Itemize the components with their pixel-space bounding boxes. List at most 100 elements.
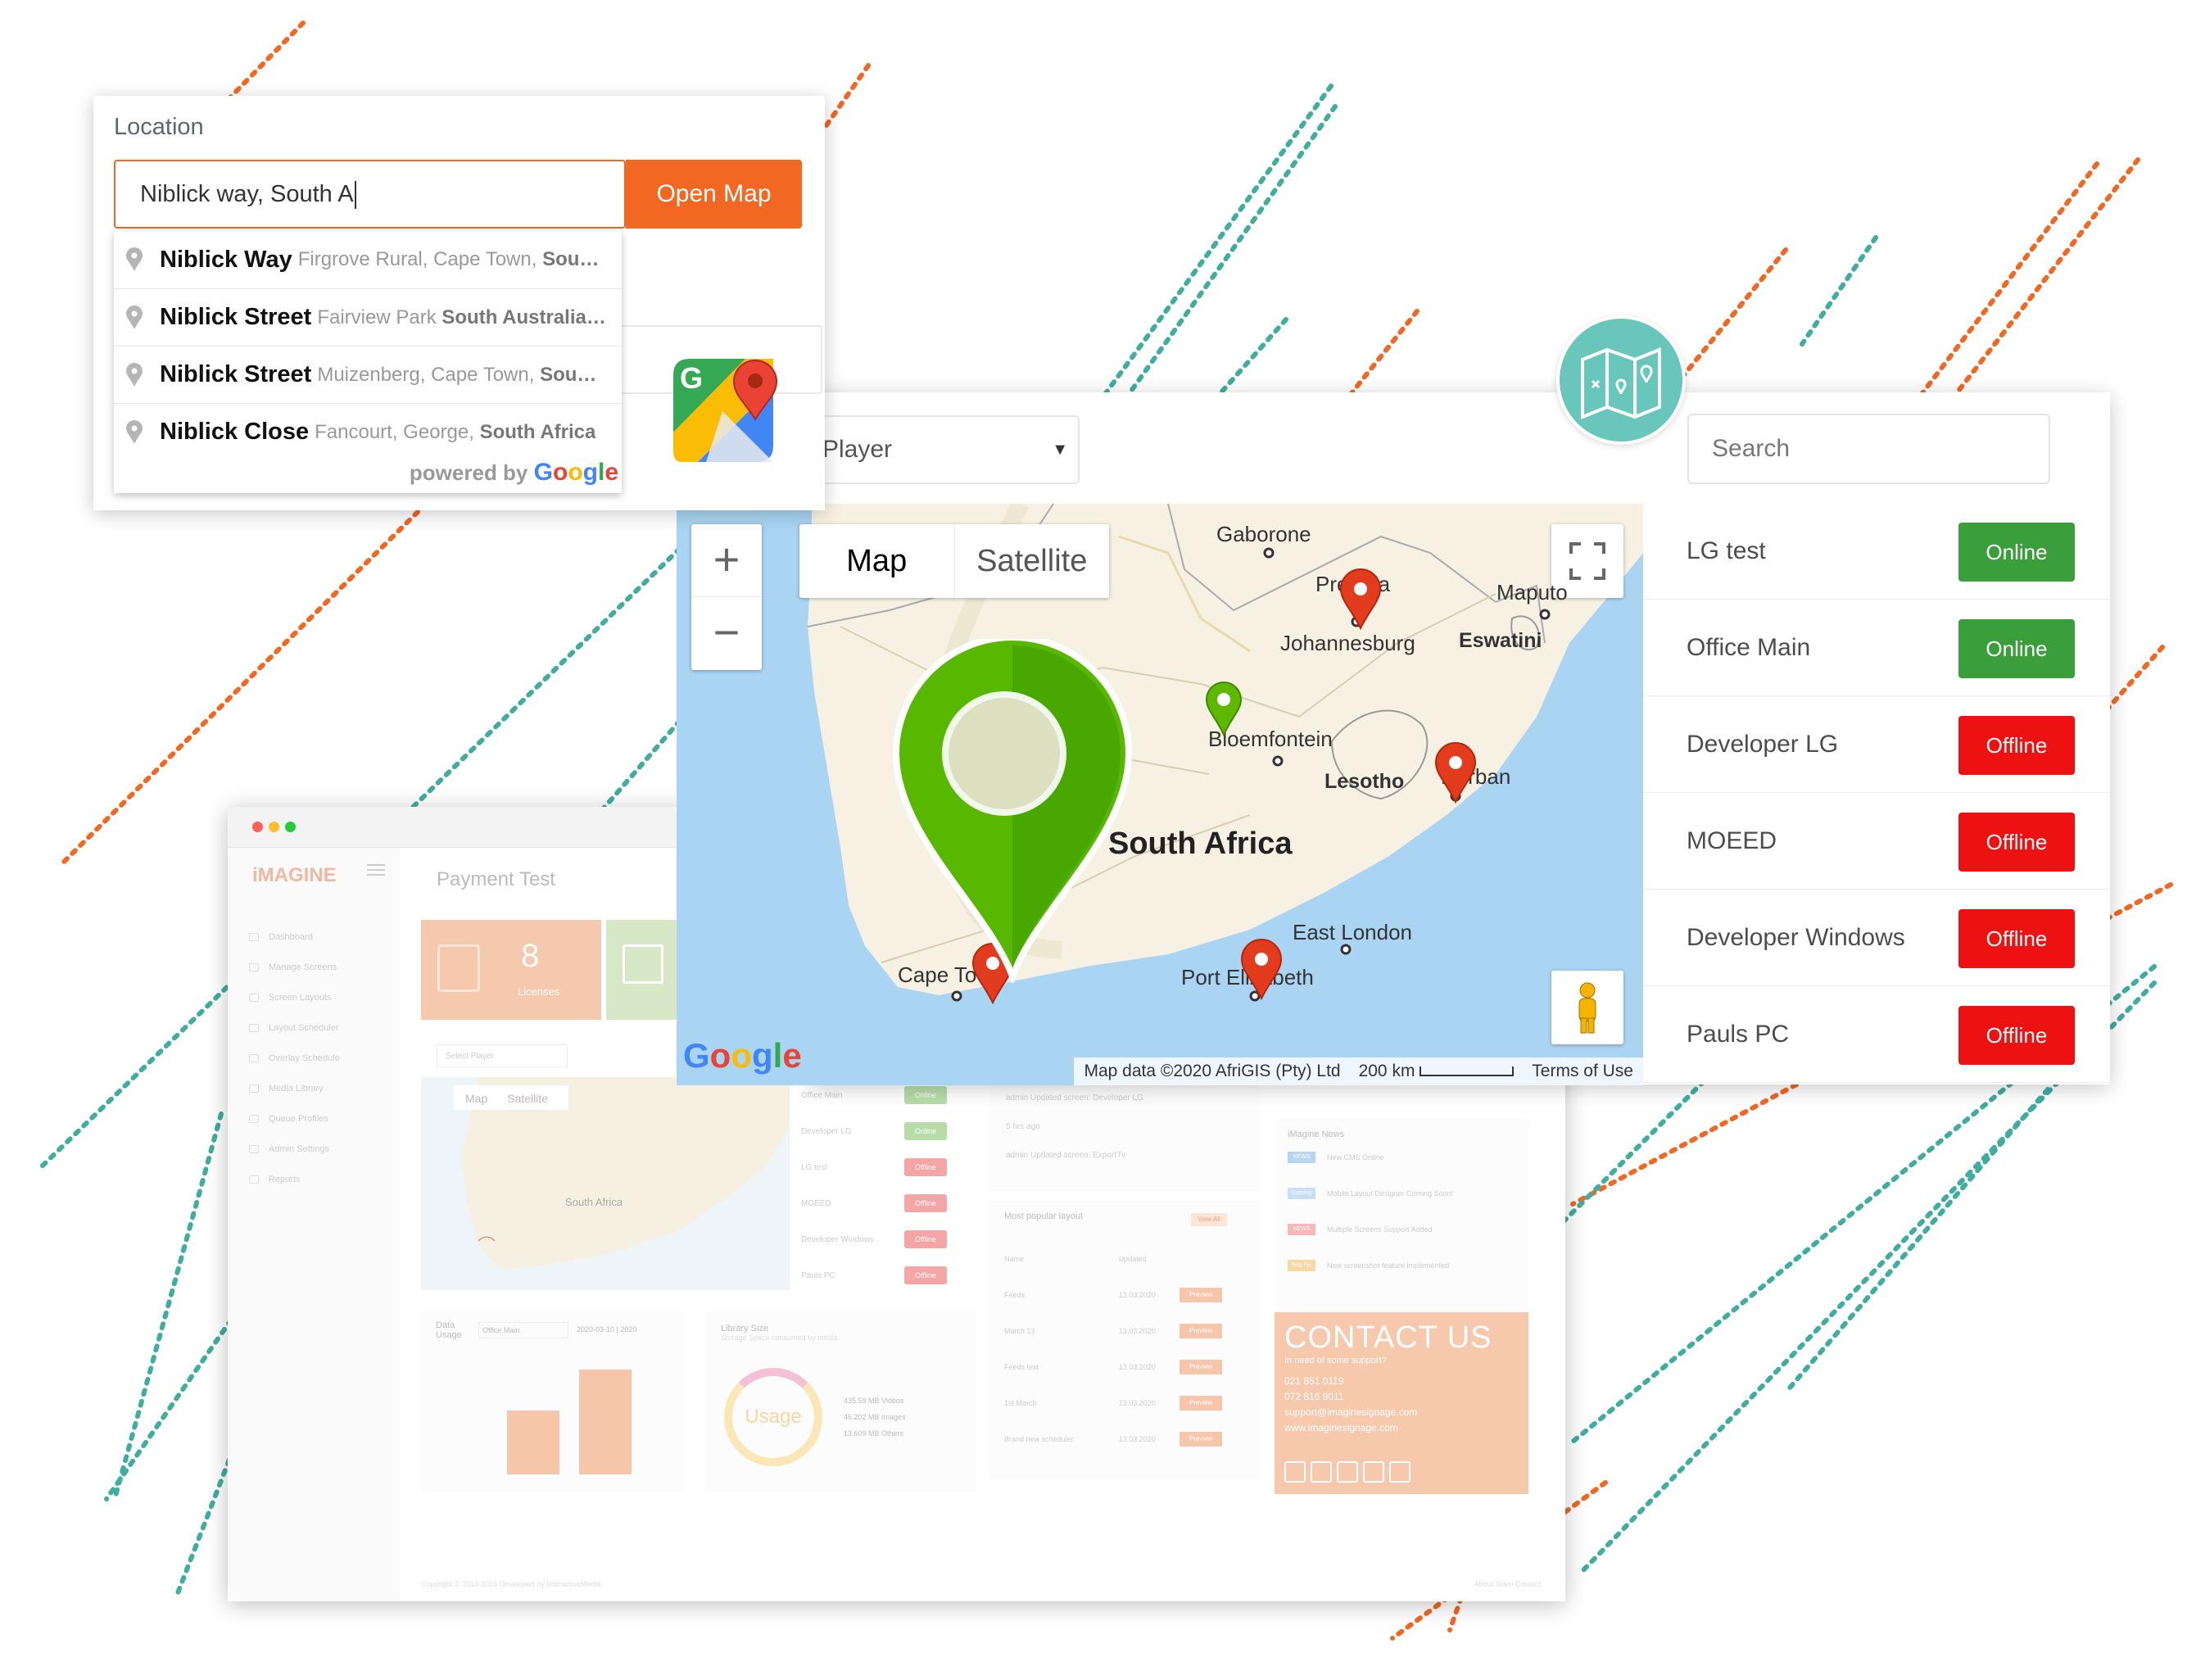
mini-map[interactable]: Map Satellite South Africa [421,1077,790,1290]
player-row[interactable]: Office Main Online [1641,600,2110,696]
dashboard-sidebar: iMAGINE Dashboard Manage Screens Screen … [228,848,400,1601]
player-row[interactable]: Developer LG Offline [1641,696,2110,793]
suggestion-item[interactable]: Niblick Close Fancourt, George, South Afr… [114,403,622,460]
nav-item[interactable]: Manage Screens [249,952,340,982]
news-text: Multiple Screens Support Added [1327,1225,1433,1234]
preview-button[interactable]: Preview [1180,1432,1223,1447]
player-row[interactable]: MOEED Offline [1641,793,2110,890]
minimize-dot-icon[interactable] [269,822,279,832]
player-status-badge[interactable]: Offline [1958,909,2075,968]
news-item[interactable]: Bug Fix New screenshot feature implemente… [1288,1248,1519,1284]
mini-player-row[interactable]: MOEED Offline [793,1185,957,1221]
decorative-dash-line [1800,235,1878,346]
mini-map-type-tabs[interactable]: Map Satellite [454,1085,568,1110]
google-map[interactable]: + − Map Satellite Gaborone Pretoria Mapu… [677,504,1643,1085]
nav-item[interactable]: Screen Layouts [249,982,340,1012]
mini-player-name: Office Main [801,1090,843,1100]
facebook-icon[interactable] [1284,1461,1306,1483]
linkedin-icon[interactable] [1311,1461,1332,1483]
news-item[interactable]: NEWS Multiple Screens Support Added [1288,1211,1519,1248]
open-map-button[interactable]: Open Map [626,160,802,229]
data-usage-select[interactable]: Office Main [478,1322,568,1338]
suggestion-secondary-text: Firgrove Rural, Cape Town, Sou… [297,248,600,270]
view-all-button[interactable]: View All [1191,1213,1227,1226]
twitter-icon[interactable] [1389,1461,1410,1483]
location-pin-icon [126,362,143,387]
player-select[interactable]: Player ▼ [809,415,1080,484]
contact-email[interactable]: support@imaginesignage.com [1284,1406,1519,1422]
suggestion-item[interactable]: Niblick Street Muizenberg, Cape Town, Sou… [114,346,622,403]
player-status-badge[interactable]: Offline [1958,813,2075,872]
nav-item[interactable]: Layout Scheduler [249,1012,340,1043]
player-status-badge[interactable]: Online [1958,523,2075,582]
search-input[interactable]: Search [1687,414,2050,484]
preview-button[interactable]: Preview [1180,1324,1223,1338]
nav-item[interactable]: Reports [249,1164,340,1194]
maximize-dot-icon[interactable] [285,822,296,832]
layout-name: March 13 [1004,1327,1035,1335]
player-row[interactable]: Developer Windows Offline [1641,890,2110,986]
mini-player-row[interactable]: LG test Offline [793,1149,957,1185]
player-status-badge[interactable]: Offline [1958,1006,2075,1065]
contact-website[interactable]: www.imaginesignage.com [1284,1422,1519,1438]
news-text: New CMS Online [1327,1153,1384,1162]
player-row[interactable]: Pauls PC Offline [1641,986,2110,1083]
licenses-count: 8 [521,938,540,974]
layout-updated: 13.03.2020 [1118,1435,1156,1443]
social-icons [1284,1461,1410,1483]
mini-player-row[interactable]: Developer Windows Offline [793,1221,957,1257]
location-input[interactable]: Niblick way, South A [114,160,626,229]
suggestion-item[interactable]: Niblick Street Fairview Park South Austra… [114,288,622,346]
player-status-badge[interactable]: Online [1958,619,2075,678]
mini-player-name: Developer Windows [801,1234,874,1244]
license-icon [437,944,480,992]
red-marker-icon[interactable] [1336,568,1385,633]
instagram-icon[interactable] [1363,1461,1384,1483]
hamburger-icon[interactable] [367,864,385,876]
player-status-badge[interactable]: Offline [1958,716,2075,775]
licenses-card[interactable]: 8 Licenses [421,920,601,1020]
library-donut: Usage [724,1368,822,1466]
svg-text:G: G [680,361,703,395]
mini-player-select[interactable]: Select Player [437,1044,568,1067]
nav-item[interactable]: Media Library [249,1073,340,1103]
data-usage-date[interactable]: 2020-03-10 | 2020 [577,1325,636,1334]
decorative-dash-line [1218,317,1288,396]
player-row[interactable]: LG test Online [1641,503,2110,600]
green-marker-icon[interactable] [1202,681,1245,738]
footer-links[interactable]: About Team Contact [1474,1580,1541,1588]
youtube-icon[interactable] [1337,1461,1358,1483]
nav-item[interactable]: Dashboard [249,922,340,952]
contact-whatsapp[interactable]: 072 816 9011 [1284,1391,1519,1406]
contact-title: CONTACT US [1284,1320,1492,1355]
news-item[interactable]: Coming Soon! Mobile Layout Designer Comin… [1288,1175,1519,1211]
suggestion-main-text: Niblick Close [160,419,310,445]
close-dot-icon[interactable] [252,822,263,832]
mini-status-badge: Offline [904,1230,947,1248]
layout-name: Brand new scheduler [1004,1435,1074,1443]
suggestion-secondary-text: Fairview Park South Australia… [317,306,606,328]
nav-item[interactable]: Admin Settings [249,1134,340,1164]
red-marker-icon[interactable] [1237,938,1286,1003]
popular-layouts-card: Most popular layout View All Name Updated… [989,1200,1260,1478]
suggestion-secondary-text: Fancourt, George, South Africa [315,420,596,443]
layout-updated: 13.03.2020 [1118,1327,1156,1335]
usage-bar [579,1370,632,1474]
preview-button[interactable]: Preview [1180,1396,1223,1411]
mini-status-badge: Offline [904,1158,947,1176]
preview-button[interactable]: Preview [1180,1360,1223,1374]
screens-card[interactable] [606,920,680,1020]
terms-of-use-link[interactable]: Terms of Use [1532,1062,1633,1081]
mini-player-row[interactable]: Developer LG Online [793,1113,957,1149]
news-item[interactable]: NEWS New CMS Online [1288,1139,1519,1175]
table-row: March 13 13.03.2020 Preview [1004,1313,1250,1349]
red-marker-icon[interactable] [1431,741,1480,807]
mini-player-row[interactable]: Pauls PC Offline [793,1257,957,1293]
suggestion-item[interactable]: Niblick Way Firgrove Rural, Cape Town, So… [114,231,622,288]
preview-button[interactable]: Preview [1180,1288,1223,1302]
nav-item[interactable]: Queue Profiles [249,1103,340,1134]
contact-phone[interactable]: 021 851 0119 [1284,1375,1519,1391]
nav-item[interactable]: Overlay Schedule [249,1043,340,1073]
map-scale[interactable]: 200 km [1359,1062,1515,1081]
google-logo: Google [683,1036,802,1075]
